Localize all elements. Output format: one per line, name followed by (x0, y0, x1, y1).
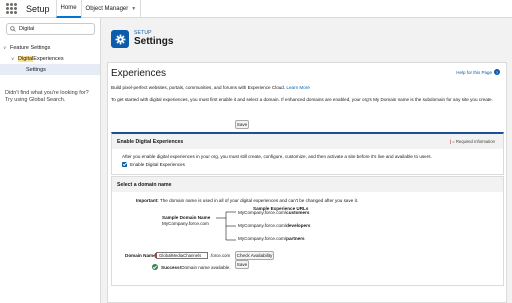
enable-checkbox-row[interactable]: Enable Digital Experiences (122, 162, 185, 167)
gear-icon (111, 30, 129, 48)
intro-text-body: Build pixel-perfect websites, portals, c… (111, 85, 287, 90)
required-info-text: = Required Information (452, 139, 495, 144)
tab-object-manager[interactable]: Object Manager ▼ (80, 0, 142, 18)
search-input[interactable]: Digital (19, 26, 34, 32)
important-label: Important: (136, 198, 159, 203)
sample-url-prefix: MyCompany.force.com/ (238, 223, 287, 228)
not-found-line2: Try using Global Search. (5, 97, 66, 103)
global-nav: Setup Home Object Manager ▼ (0, 0, 512, 18)
important-text: The domain name is used in all of your d… (158, 198, 359, 203)
not-found-line1: Didn't find what you're looking for? (5, 90, 89, 96)
chevron-down-icon[interactable]: ∨ (3, 45, 10, 51)
success-icon (152, 264, 158, 270)
app-name: Setup (26, 3, 50, 14)
search-icon (10, 26, 16, 32)
domain-section-title: Select a domain name (112, 177, 503, 192)
sample-domain-title: Sample Domain Name (162, 215, 211, 220)
not-found-hint: Didn't find what you're looking for? Try… (5, 90, 97, 104)
quick-find-search[interactable]: Digital (6, 23, 95, 35)
page-header: SETUP Settings (101, 18, 512, 62)
save-button-bottom[interactable]: Save (235, 260, 249, 269)
sample-url-path: customers (286, 210, 310, 215)
intro-text: Build pixel-perfect websites, portals, c… (111, 85, 503, 90)
tree-item-settings[interactable]: Settings (0, 64, 100, 75)
help-icon[interactable]: ? (494, 69, 500, 75)
required-marker: | (449, 139, 452, 144)
url-connector-lines (216, 211, 236, 241)
enable-section-title: Enable Digital Experiences | = Required … (112, 134, 503, 149)
success-text: Domain name available. (181, 264, 231, 270)
section-heading: Experiences (111, 68, 167, 79)
setup-sidebar: Digital ∨ Feature Settings ∨ Digital Exp… (0, 18, 101, 303)
help-link-label[interactable]: Help for this Page (456, 70, 492, 75)
chevron-down-icon[interactable]: ∨ (11, 56, 18, 62)
tab-home[interactable]: Home (55, 0, 81, 18)
sample-url-prefix: MyCompany.force.com/ (238, 210, 287, 215)
domain-name-input[interactable]: GlobalMediaChannels (155, 252, 208, 259)
domain-name-label: Domain Name (125, 253, 156, 258)
availability-status: Success! Domain name available. (152, 264, 230, 270)
sample-url-customers: MyCompany.force.com/customers (238, 210, 309, 215)
learn-more-link[interactable]: Learn More (286, 85, 310, 90)
search-match-highlight: Digital (18, 55, 34, 62)
tab-home-label: Home (60, 4, 77, 11)
help-link[interactable]: Help for this Page ? (456, 69, 500, 75)
tree-item-label: Settings (26, 66, 46, 73)
required-indicator (155, 253, 157, 258)
enable-section: Enable Digital Experiences | = Required … (111, 132, 504, 175)
chevron-down-icon[interactable]: ▼ (131, 6, 136, 12)
page-title: Settings (134, 36, 174, 47)
enable-checkbox[interactable] (122, 162, 127, 167)
main-content: Experiences Help for this Page ? Build p… (107, 62, 507, 303)
tree-item-digital-experiences[interactable]: ∨ Digital Experiences (0, 53, 100, 64)
enable-section-title-text: Enable Digital Experiences (117, 139, 184, 145)
tree-item-label: Experiences (33, 55, 64, 62)
important-note: Important: The domain name is used in al… (136, 198, 358, 203)
get-started-text: To get started with digital experiences,… (111, 97, 493, 102)
sample-url-developers: MyCompany.force.com/developers (238, 223, 310, 228)
required-info: | = Required Information (450, 139, 495, 144)
domain-section: Select a domain name Important: The doma… (111, 176, 504, 286)
sample-domain-value: MyCompany.force.com (162, 221, 209, 226)
save-button-top[interactable]: Save (235, 120, 249, 129)
sample-url-partners: MyCompany.force.com/partners (238, 236, 305, 241)
check-availability-button[interactable]: Check Availability (235, 251, 274, 260)
sample-url-path: partners (286, 236, 305, 241)
sample-url-prefix: MyCompany.force.com/ (238, 236, 287, 241)
domain-name-input-value[interactable]: GlobalMediaChannels (159, 253, 201, 258)
tab-object-manager-label: Object Manager (85, 5, 129, 12)
tree-item-feature-settings[interactable]: ∨ Feature Settings (0, 42, 100, 53)
enable-checkbox-label: Enable Digital Experiences (130, 162, 185, 167)
sample-url-path: developers (286, 223, 311, 228)
success-label: Success! (161, 264, 182, 270)
tree-item-label: Feature Settings (10, 44, 51, 51)
setup-tree: ∨ Feature Settings ∨ Digital Experiences… (0, 42, 100, 75)
enable-description: After you enable digital experiences in … (122, 154, 432, 159)
domain-suffix: .force.com (210, 253, 231, 258)
app-launcher-icon[interactable] (6, 3, 20, 15)
